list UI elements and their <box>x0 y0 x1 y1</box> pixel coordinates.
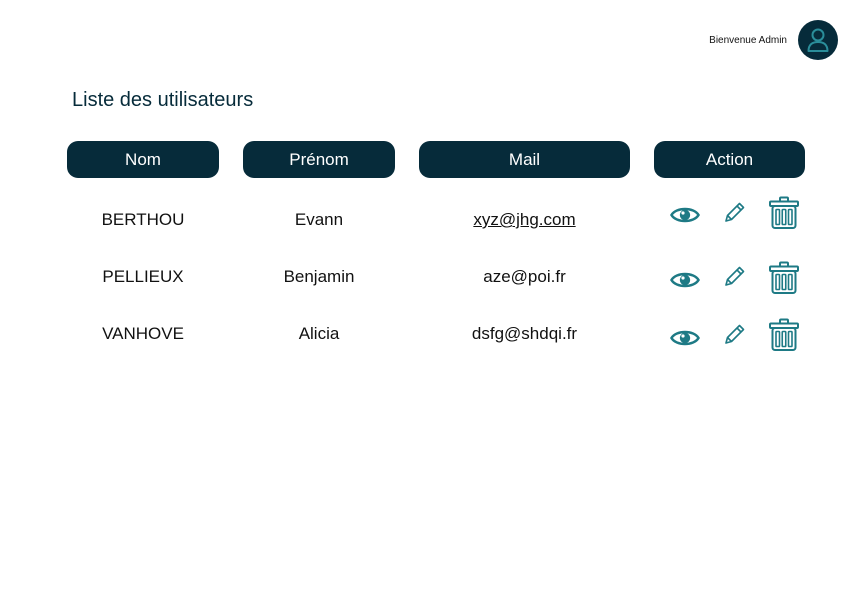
delete-button[interactable] <box>767 261 800 295</box>
view-button[interactable] <box>668 323 702 353</box>
pencil-icon <box>725 202 745 222</box>
cell-nom: BERTHOU <box>101 210 185 229</box>
cell-mail-link[interactable]: xyz@jhg.com <box>419 205 630 235</box>
column-header-prenom: Prénom <box>243 141 395 178</box>
pencil-icon <box>725 324 745 344</box>
eye-icon <box>670 207 700 223</box>
view-button[interactable] <box>668 265 702 295</box>
cell-prenom: Benjamin <box>283 267 355 286</box>
cell-mail: aze@poi.fr <box>483 267 566 286</box>
cell-prenom: Evann <box>294 210 344 229</box>
delete-button[interactable] <box>767 318 800 352</box>
trash-icon <box>768 261 799 294</box>
cell-mail: dsfg@shdqi.fr <box>471 324 578 343</box>
column-header-nom: Nom <box>67 141 219 178</box>
eye-icon <box>670 272 700 288</box>
eye-icon <box>670 330 700 346</box>
trash-icon <box>768 196 799 229</box>
user-bar: Bienvenue Admin <box>709 20 838 60</box>
column-header-mail: Mail <box>419 141 630 178</box>
delete-button[interactable] <box>767 196 800 230</box>
avatar[interactable] <box>798 20 838 60</box>
edit-button[interactable] <box>721 264 747 290</box>
welcome-text: Bienvenue Admin <box>709 34 787 46</box>
view-button[interactable] <box>668 200 702 230</box>
cell-nom: VANHOVE <box>102 324 184 343</box>
cell-prenom: Alicia <box>298 324 340 343</box>
cell-nom: PELLIEUX <box>102 267 184 286</box>
page-title: Liste des utilisateurs <box>72 89 254 111</box>
column-header-action: Action <box>654 141 805 178</box>
edit-button[interactable] <box>721 322 747 348</box>
pencil-icon <box>725 266 745 286</box>
edit-button[interactable] <box>721 200 747 226</box>
trash-icon <box>768 318 799 351</box>
user-icon <box>807 28 829 52</box>
